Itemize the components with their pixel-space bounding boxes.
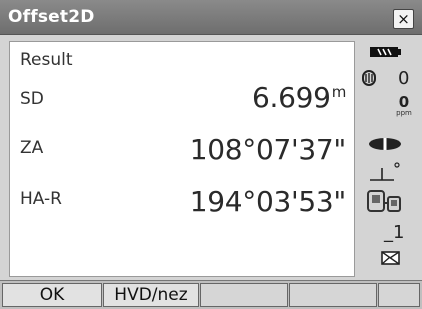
result-panel: Result SD 6.699m ZA 108°07'37" HA-R 194°… bbox=[9, 41, 355, 277]
ppm-value: 0 bbox=[398, 93, 410, 111]
bluetooth-communication-icon bbox=[366, 189, 404, 219]
softkey-4[interactable] bbox=[289, 283, 377, 307]
ppm-label: ppm bbox=[396, 109, 412, 117]
title-bar: Offset2D × bbox=[0, 0, 422, 35]
input-mode-indicator: _1 bbox=[384, 222, 405, 243]
sd-unit: m bbox=[331, 83, 347, 101]
softkey-ok[interactable]: OK bbox=[2, 283, 102, 307]
softkey-hvd-nez[interactable]: HVD/nez bbox=[103, 283, 199, 307]
sd-value: 6.699m bbox=[252, 81, 346, 114]
window-title: Offset2D bbox=[8, 7, 95, 27]
sd-label: SD bbox=[20, 89, 44, 109]
status-bar: 0 0 ppm _1 bbox=[358, 40, 422, 278]
ppm-indicator: 0 ppm bbox=[392, 93, 416, 118]
result-heading: Result bbox=[20, 50, 73, 70]
ha-r-value: 194°03'53" bbox=[189, 185, 347, 218]
softkey-bar: OK HVD/nez bbox=[0, 280, 422, 309]
laser-beam-icon bbox=[368, 136, 402, 155]
za-value: 108°07'37" bbox=[189, 133, 347, 166]
app-screen: Offset2D × Result SD 6.699m ZA 108°07'37… bbox=[0, 0, 422, 309]
tilt-compensation-icon bbox=[368, 160, 402, 186]
za-label: ZA bbox=[20, 138, 44, 158]
close-button[interactable]: × bbox=[393, 9, 414, 29]
memory-card-icon bbox=[380, 249, 402, 271]
softkey-3[interactable] bbox=[200, 283, 288, 307]
ha-r-label: HA-R bbox=[20, 189, 62, 209]
battery-icon bbox=[370, 44, 402, 64]
prism-target-icon bbox=[362, 70, 376, 90]
target-constant: 0 bbox=[398, 68, 410, 89]
softkey-5[interactable] bbox=[378, 283, 420, 307]
